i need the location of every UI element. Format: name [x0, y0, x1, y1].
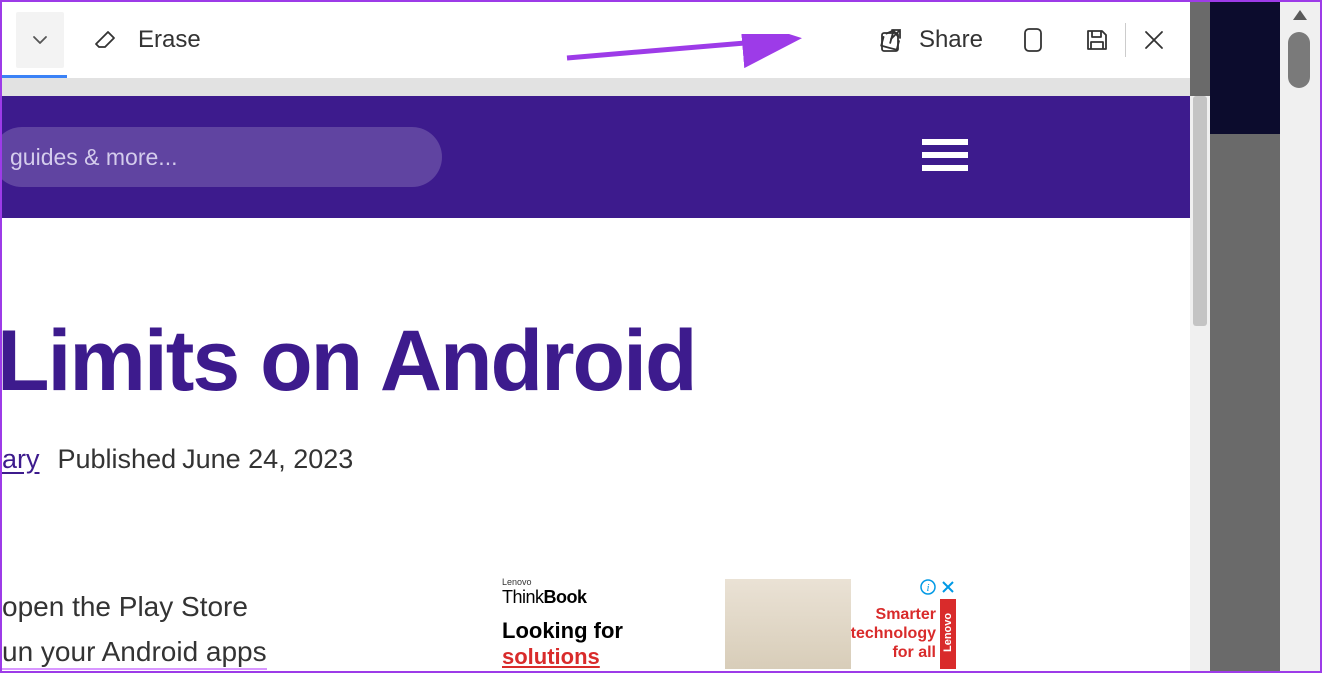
author-link[interactable]: ary — [2, 444, 40, 475]
hamburger-icon — [920, 135, 970, 175]
toolbar-divider — [1125, 23, 1126, 57]
ad-close-icon[interactable] — [940, 579, 956, 595]
window-scrollbar-thumb[interactable] — [1288, 32, 1310, 88]
ad-thinkbook-logo: ThinkBook — [502, 587, 705, 608]
window-scrollbar[interactable] — [1280, 2, 1320, 671]
toolbar-gap — [2, 78, 1190, 96]
triangle-up-icon — [1291, 8, 1309, 22]
erase-tool-button[interactable]: Erase — [92, 25, 201, 55]
save-icon — [1083, 26, 1111, 54]
article-title: Limits on Android — [2, 318, 1180, 404]
ad-tagline-1: Smarter — [851, 605, 936, 624]
save-button[interactable] — [1075, 18, 1119, 62]
copy-button[interactable] — [1011, 18, 1055, 62]
svg-text:i: i — [926, 582, 929, 594]
ad-banner[interactable]: Lenovo ThinkBook Looking for solutions i — [492, 576, 962, 671]
ad-tagline-2: technology — [851, 624, 936, 643]
publish-date: June 24, 2023 — [182, 444, 353, 475]
share-label: Share — [919, 26, 983, 54]
site-header: guides & more... — [2, 96, 1190, 218]
publish-label: Published — [58, 444, 177, 475]
eraser-icon — [92, 25, 122, 55]
ad-headline: Looking for solutions — [502, 618, 705, 670]
search-input[interactable]: guides & more... — [2, 127, 442, 187]
close-icon — [1142, 28, 1166, 52]
search-placeholder: guides & more... — [10, 144, 177, 171]
copy-icon — [1020, 25, 1046, 55]
screenshot-toolbar: Erase Share — [2, 2, 1190, 78]
page-scrollbar-thumb[interactable] — [1193, 96, 1207, 326]
background-panel — [1210, 2, 1280, 134]
share-button[interactable]: Share — [877, 26, 983, 54]
ad-small-brand: Lenovo — [502, 577, 705, 587]
body-line-2: un your Android apps — [2, 636, 267, 670]
chevron-down-icon — [30, 30, 50, 50]
page-scrollbar[interactable] — [1190, 96, 1210, 671]
scroll-up-button[interactable] — [1280, 2, 1320, 28]
annotation-arrow — [562, 34, 812, 74]
share-icon — [877, 26, 905, 54]
article-byline: ary Published June 24, 2023 — [2, 444, 1180, 475]
captured-page: guides & more... Limits on Android ary — [2, 96, 1190, 671]
active-tool-indicator — [2, 75, 67, 78]
ad-product-image — [725, 579, 851, 669]
erase-label: Erase — [138, 26, 201, 54]
lenovo-badge: Lenovo — [940, 599, 956, 669]
menu-button[interactable] — [920, 135, 970, 180]
ad-tagline-3: for all — [851, 643, 936, 662]
tool-dropdown-button[interactable] — [16, 12, 64, 68]
ad-info-icon[interactable]: i — [920, 579, 936, 595]
close-button[interactable] — [1132, 18, 1176, 62]
